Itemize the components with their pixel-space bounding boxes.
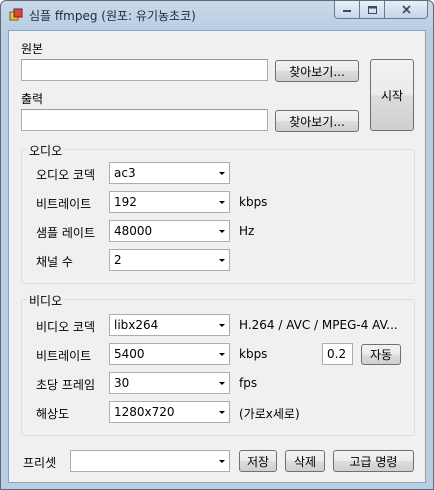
- audio-channels-value: 2: [114, 253, 122, 267]
- source-label: 원본: [21, 42, 44, 56]
- video-codec-select[interactable]: libx264: [109, 314, 230, 336]
- output-input[interactable]: [21, 109, 268, 131]
- chevron-down-icon: [215, 410, 229, 414]
- video-bitrate-unit: kbps: [239, 347, 268, 361]
- chevron-down-icon: [215, 229, 229, 233]
- video-resolution-unit: (가로x세로): [239, 407, 300, 421]
- close-button[interactable]: [385, 1, 428, 19]
- app-window: 심플 ffmpeg (원포: 유기농초코) 원본 찾아보기... 출력 찾아보기…: [0, 0, 434, 490]
- source-browse-button[interactable]: 찾아보기...: [275, 60, 359, 82]
- chevron-down-icon: [215, 323, 229, 327]
- video-codec-label: 비디오 코덱: [36, 320, 96, 334]
- output-label: 출력: [21, 92, 44, 106]
- audio-samplerate-value: 48000: [114, 224, 153, 238]
- video-resolution-value: 1280x720: [114, 405, 175, 419]
- video-fps-select[interactable]: 30: [109, 372, 230, 394]
- minimize-icon: [342, 9, 351, 12]
- chevron-down-icon: [215, 352, 229, 356]
- video-fps-label: 초당 프레임: [36, 378, 96, 392]
- preset-select[interactable]: [70, 450, 230, 472]
- video-fps-unit: fps: [239, 376, 258, 390]
- video-codec-description: H.264 / AVC / MPEG-4 AV...: [239, 318, 398, 332]
- preset-delete-button[interactable]: 삭제: [285, 450, 325, 472]
- client-area: 원본 찾아보기... 출력 찾아보기... 시작 오디오 오디오 코덱 ac3 …: [8, 30, 426, 483]
- audio-samplerate-label: 샘플 레이트: [36, 226, 96, 240]
- audio-channels-label: 채널 수: [36, 255, 73, 269]
- advanced-command-button[interactable]: 고급 명령: [333, 450, 414, 472]
- bitrate-factor-input[interactable]: 0.2: [322, 343, 353, 365]
- chevron-down-icon: [215, 171, 229, 175]
- output-browse-button[interactable]: 찾아보기...: [275, 110, 359, 132]
- video-fps-value: 30: [114, 376, 130, 390]
- audio-bitrate-unit: kbps: [239, 195, 268, 209]
- audio-group-title: 오디오: [27, 142, 65, 159]
- audio-samplerate-select[interactable]: 48000: [109, 220, 230, 242]
- chevron-down-icon: [215, 459, 229, 463]
- video-group-title: 비디오: [27, 292, 65, 309]
- maximize-icon: [367, 5, 377, 14]
- audio-codec-value: ac3: [114, 166, 136, 180]
- audio-bitrate-value: 192: [114, 195, 137, 209]
- video-resolution-label: 해상도: [36, 407, 70, 421]
- chevron-down-icon: [215, 258, 229, 262]
- audio-bitrate-label: 비트레이트: [36, 197, 92, 211]
- audio-bitrate-select[interactable]: 192: [109, 191, 230, 213]
- video-codec-value: libx264: [114, 318, 159, 332]
- maximize-button[interactable]: [360, 1, 385, 19]
- audio-codec-label: 오디오 코덱: [36, 168, 96, 182]
- auto-button[interactable]: 자동: [361, 344, 401, 365]
- start-button[interactable]: 시작: [370, 59, 414, 131]
- video-resolution-select[interactable]: 1280x720: [109, 401, 230, 423]
- close-icon: [401, 5, 411, 14]
- audio-samplerate-unit: Hz: [239, 224, 255, 238]
- chevron-down-icon: [215, 381, 229, 385]
- source-input[interactable]: [21, 59, 268, 81]
- caption-buttons: [334, 1, 428, 19]
- audio-channels-select[interactable]: 2: [109, 249, 230, 271]
- window-title: 심플 ffmpeg (원포: 유기농초코): [29, 9, 196, 23]
- audio-codec-select[interactable]: ac3: [109, 162, 230, 184]
- preset-save-button[interactable]: 저장: [239, 450, 277, 472]
- video-bitrate-select[interactable]: 5400: [109, 343, 230, 365]
- preset-label: 프리셋: [23, 456, 57, 470]
- video-bitrate-label: 비트레이트: [36, 349, 92, 363]
- app-icon: [9, 8, 23, 21]
- title-bar[interactable]: 심플 ffmpeg (원포: 유기농초코): [1, 1, 433, 29]
- minimize-button[interactable]: [334, 1, 360, 19]
- video-bitrate-value: 5400: [114, 347, 145, 361]
- chevron-down-icon: [215, 200, 229, 204]
